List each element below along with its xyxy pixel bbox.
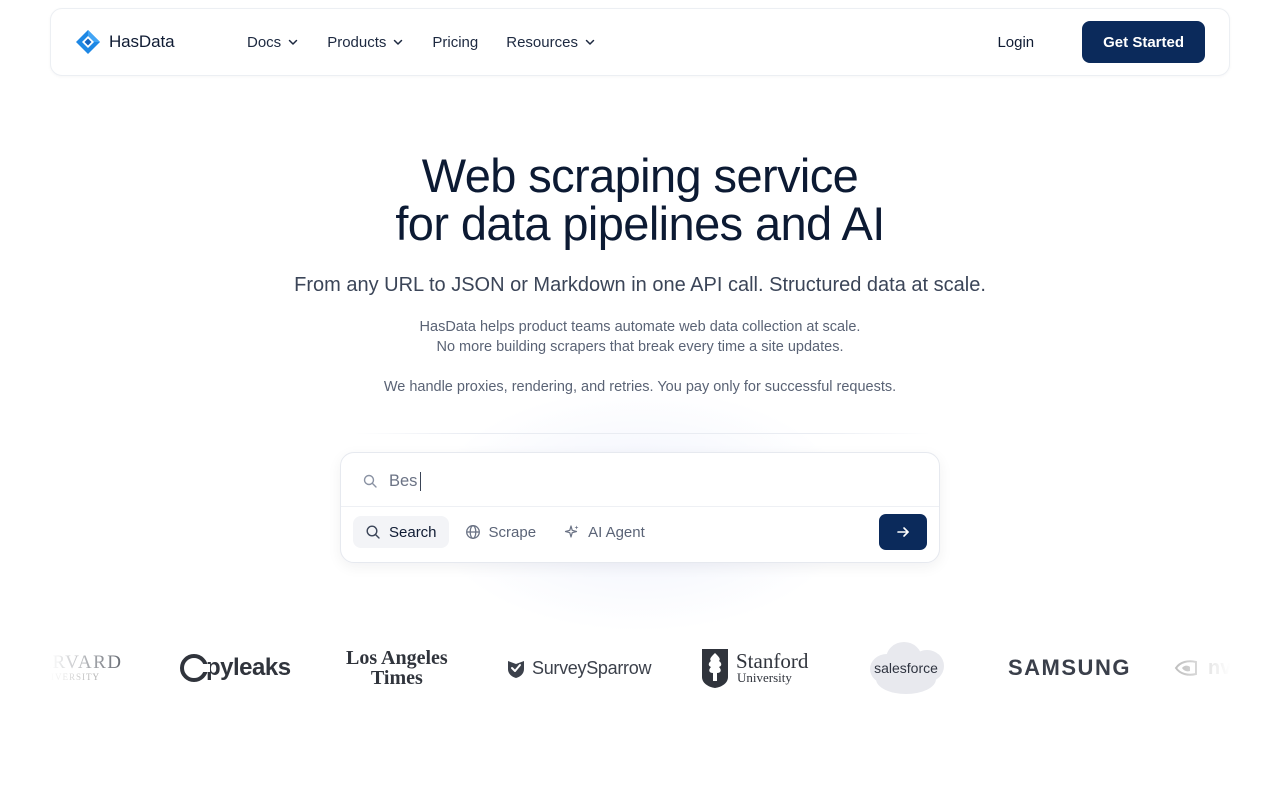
hero-desc-line: No more building scrapers that break eve… xyxy=(436,339,844,355)
harvard-logo-text: HARVARD xyxy=(50,652,123,673)
mode-tab-scrape[interactable]: Scrape xyxy=(453,516,549,548)
mode-tab-search[interactable]: Search xyxy=(353,516,449,548)
menu-item-label: Docs xyxy=(247,33,282,51)
hero-subtitle: From any URL to JSON or Markdown in one … xyxy=(294,274,986,296)
nvidia-logo-text: nv xyxy=(1208,656,1230,679)
menu-item-pricing[interactable]: Pricing xyxy=(432,34,478,51)
lat-logo-line-2: Times xyxy=(370,667,423,689)
harvard-logo: HARVARD UNIVERSITY xyxy=(50,636,122,700)
search-input[interactable] xyxy=(389,465,909,497)
surveysparrow-logo: SurveySparrow xyxy=(506,636,651,700)
copyleaks-c-icon xyxy=(180,654,210,682)
stanford-tree-icon xyxy=(702,649,728,688)
nvidia-logo: nv xyxy=(1174,636,1230,700)
los-angeles-times-logo: Los Angeles Times xyxy=(346,636,448,700)
brand[interactable]: HasData xyxy=(75,9,175,75)
nvidia-eye-icon xyxy=(1174,660,1197,676)
chevron-down-icon xyxy=(585,39,595,45)
mode-tab-ai-agent[interactable]: AI Agent xyxy=(552,516,657,548)
mode-tabs: Search Scrape AI Agent xyxy=(353,515,661,549)
mode-tab-label: Scrape xyxy=(488,523,537,541)
samsung-logo-text: SAMSUNG xyxy=(1008,655,1131,680)
nav-actions: Login Get Started xyxy=(997,9,1205,75)
copyleaks-logo-text: pyleaks xyxy=(206,654,291,681)
hero-description: HasData helps product teams automate web… xyxy=(0,317,1280,397)
login-link[interactable]: Login xyxy=(997,34,1034,51)
salesforce-logo: salesforce xyxy=(862,636,950,700)
surveysparrow-logo-text: SurveySparrow xyxy=(532,657,652,678)
brand-name: HasData xyxy=(109,32,175,51)
chevron-down-icon xyxy=(394,39,403,45)
stanford-logo-text: Stanford xyxy=(736,649,809,673)
copyleaks-logo: pyleaks xyxy=(180,636,291,700)
submit-button[interactable] xyxy=(879,514,927,550)
customer-logos: HARVARD UNIVERSITY pyleaks Los Angeles T… xyxy=(50,636,1230,700)
top-nav: HasData Docs Products Pricing Resources … xyxy=(50,8,1230,76)
stanford-logo-subtext: University xyxy=(737,670,792,685)
menu-item-docs[interactable]: Docs xyxy=(247,34,299,51)
hero-title-line-2: for data pipelines and AI xyxy=(395,197,885,250)
mode-tab-label: Search xyxy=(389,523,437,541)
search-icon xyxy=(366,525,380,539)
text-caret xyxy=(420,472,421,491)
search-card: Search Scrape AI Agent xyxy=(340,452,940,563)
samsung-logo: SAMSUNG xyxy=(1008,636,1131,700)
lat-logo-line-1: Los Angeles xyxy=(346,647,448,669)
divider-line xyxy=(355,433,930,434)
chevron-down-icon xyxy=(288,39,298,45)
arrow-right-icon xyxy=(897,527,909,537)
get-started-button[interactable]: Get Started xyxy=(1082,21,1205,63)
surveysparrow-bird-icon xyxy=(508,661,524,678)
hero-title: Web scraping service for data pipelines … xyxy=(0,152,1280,248)
hero-title-line-1: Web scraping service xyxy=(421,149,859,202)
menu-item-label: Resources xyxy=(506,33,578,51)
stanford-logo: Stanford University xyxy=(700,636,808,700)
main-menu: Docs Products Pricing Resources xyxy=(247,9,624,75)
sparkle-icon xyxy=(564,525,579,538)
hasdata-logo-icon xyxy=(76,30,100,54)
menu-item-label: Products xyxy=(327,33,387,51)
harvard-logo-subtext: UNIVERSITY xyxy=(50,672,100,682)
menu-item-resources[interactable]: Resources xyxy=(506,34,596,51)
search-row xyxy=(341,453,939,507)
menu-item-products[interactable]: Products xyxy=(327,34,404,51)
globe-icon xyxy=(465,525,480,539)
menu-item-label: Pricing xyxy=(432,33,479,51)
salesforce-logo-text: salesforce xyxy=(874,660,938,676)
hero-desc-line: We handle proxies, rendering, and retrie… xyxy=(383,379,897,395)
mode-tab-label: AI Agent xyxy=(588,523,645,541)
hero-desc-line: HasData helps product teams automate web… xyxy=(419,319,861,335)
search-icon xyxy=(363,474,377,488)
